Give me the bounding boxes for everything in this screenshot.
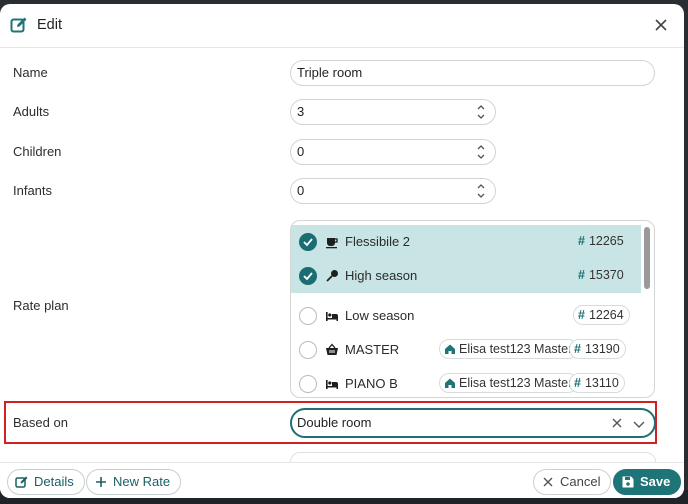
unchecked-icon[interactable] bbox=[299, 307, 317, 325]
spinner-icon[interactable] bbox=[475, 102, 487, 122]
rate-plan-item[interactable]: Flessibile 2 #12265 bbox=[291, 225, 641, 259]
edit-dialog: Edit Name Triple room Adults 3 Children … bbox=[0, 4, 684, 498]
based-on-value: Double room bbox=[297, 415, 372, 430]
rate-code-badge: #12265 bbox=[578, 234, 624, 248]
home-icon bbox=[445, 344, 455, 354]
rate-code-badge: #13190 bbox=[569, 339, 626, 359]
unchecked-icon[interactable] bbox=[299, 375, 317, 393]
dialog-footer: Details New Rate Cancel Save bbox=[0, 462, 684, 498]
children-label: Children bbox=[13, 144, 62, 159]
clear-icon[interactable] bbox=[610, 416, 624, 430]
plus-icon bbox=[96, 477, 106, 487]
rate-code-badge: #13110 bbox=[569, 373, 625, 393]
infants-value: 0 bbox=[297, 183, 305, 198]
rate-plan-name: Flessibile 2 bbox=[345, 234, 411, 249]
name-label: Name bbox=[13, 65, 48, 80]
owner-badge: Elisa test123 Master bbox=[439, 373, 579, 393]
based-on-label: Based on bbox=[13, 415, 68, 430]
infants-stepper[interactable]: 0 bbox=[290, 178, 496, 204]
rate-plan-list: Flessibile 2 #12265 High season #15370 L… bbox=[290, 220, 655, 398]
rate-plan-name: High season bbox=[345, 268, 418, 283]
name-value: Triple room bbox=[297, 65, 363, 80]
dialog-header: Edit bbox=[0, 4, 684, 48]
new-rate-button[interactable]: New Rate bbox=[86, 469, 182, 495]
save-button[interactable]: Save bbox=[613, 469, 682, 495]
cancel-button[interactable]: Cancel bbox=[533, 469, 612, 495]
spinner-icon[interactable] bbox=[475, 142, 487, 162]
adults-value: 3 bbox=[297, 104, 305, 119]
close-icon bbox=[543, 477, 553, 487]
edit-icon bbox=[10, 17, 27, 33]
rate-plan-name: MASTER bbox=[345, 342, 400, 357]
rate-plan-item[interactable]: High season #15370 bbox=[291, 259, 641, 293]
adults-label: Adults bbox=[13, 104, 50, 119]
rate-code-badge: #15370 bbox=[578, 268, 624, 282]
basket-icon bbox=[326, 343, 338, 355]
bed-icon bbox=[326, 380, 338, 389]
hash-icon: # bbox=[574, 376, 581, 390]
hash-icon: # bbox=[578, 308, 585, 322]
checked-icon[interactable] bbox=[299, 233, 317, 251]
dialog-title: Edit bbox=[37, 17, 62, 33]
chevron-down-icon[interactable] bbox=[632, 417, 646, 431]
cup-icon bbox=[326, 238, 338, 249]
close-icon[interactable] bbox=[653, 17, 669, 33]
unchecked-icon[interactable] bbox=[299, 341, 317, 359]
scrollbar[interactable] bbox=[643, 225, 651, 395]
name-field[interactable]: Triple room bbox=[290, 60, 655, 86]
details-button[interactable]: Details bbox=[7, 469, 85, 495]
bed-icon bbox=[326, 312, 338, 321]
owner-badge: Elisa test123 Master bbox=[439, 339, 579, 359]
based-on-select[interactable]: Double room bbox=[290, 408, 656, 438]
rate-code-badge: #12264 bbox=[573, 305, 630, 325]
rate-plan-name: Low season bbox=[345, 308, 415, 323]
children-stepper[interactable]: 0 bbox=[290, 139, 496, 165]
rate-plan-item[interactable]: MASTER Elisa test123 Master #13190 bbox=[291, 333, 641, 367]
scrollbar-thumb[interactable] bbox=[644, 227, 650, 289]
rate-plan-item[interactable]: Low season #12264 bbox=[291, 299, 641, 333]
adults-stepper[interactable]: 3 bbox=[290, 99, 496, 125]
checked-icon[interactable] bbox=[299, 267, 317, 285]
rate-plan-label: Rate plan bbox=[13, 298, 69, 313]
hash-icon: # bbox=[578, 268, 585, 282]
pin-icon bbox=[326, 270, 338, 282]
rate-plan-name: PIANO B bbox=[345, 376, 398, 391]
hash-icon: # bbox=[574, 342, 581, 356]
infants-label: Infants bbox=[13, 183, 53, 198]
home-icon bbox=[445, 378, 455, 388]
hash-icon: # bbox=[578, 234, 585, 248]
children-value: 0 bbox=[297, 144, 305, 159]
rate-plan-item[interactable]: PIANO B Elisa test123 Master #13110 bbox=[291, 367, 641, 397]
save-icon bbox=[622, 476, 634, 488]
edit-icon bbox=[15, 476, 28, 488]
spinner-icon[interactable] bbox=[475, 181, 487, 201]
